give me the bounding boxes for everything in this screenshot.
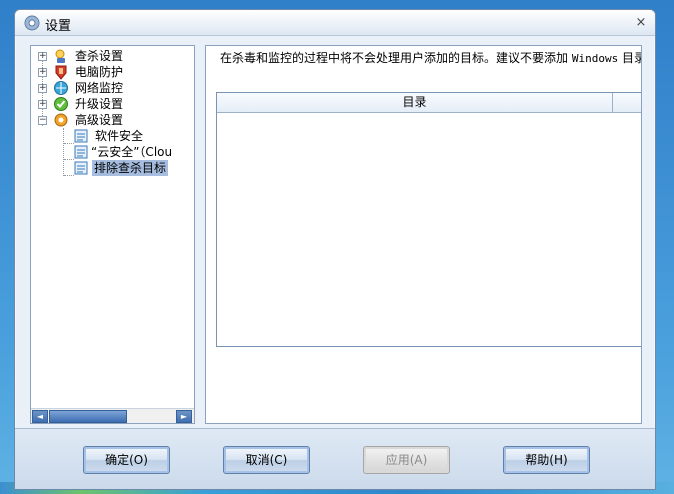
- collapse-icon[interactable]: −: [38, 116, 47, 125]
- settings-tree: + 查杀设置 + 电脑防护 + 网络监控 + 升级设置 − 高级设置 软件安全 …: [30, 45, 195, 424]
- tree-child-exclude-targets[interactable]: 排除查杀目标: [31, 160, 194, 176]
- hand-shield-icon: [53, 64, 69, 80]
- exclusion-description: 在杀毒和监控的过程中将不会处理用户添加的目标。建议不要添加 Windows 目录: [220, 49, 641, 66]
- tree-item-label: 查杀设置: [75, 49, 124, 63]
- ok-button[interactable]: 确定(O): [83, 446, 170, 474]
- description-text: 在杀毒和监控的过程中将不会处理用户添加的目标。建议不要添加: [220, 51, 572, 65]
- expand-icon[interactable]: +: [38, 68, 47, 77]
- page-icon: [73, 160, 89, 176]
- description-tail: 目录: [622, 51, 641, 65]
- help-button[interactable]: 帮助(H): [503, 446, 590, 474]
- expand-icon[interactable]: +: [38, 52, 47, 61]
- tree-item-network-monitor[interactable]: + 网络监控: [31, 80, 191, 96]
- tree-child-software-safety[interactable]: 软件安全: [31, 128, 194, 144]
- cancel-button[interactable]: 取消(C): [223, 446, 310, 474]
- tree-item-label: 升级设置: [75, 97, 124, 111]
- exclusion-list[interactable]: 目录: [216, 92, 641, 347]
- settings-window: 设置 × + 查杀设置 + 电脑防护 + 网络监控 + 升级设置 − 高级设置 …: [14, 9, 656, 490]
- settings-app-icon: [24, 15, 40, 31]
- tree-child-cloud-security[interactable]: “云安全”（Clou: [31, 144, 194, 160]
- page-icon: [73, 144, 89, 160]
- tree-item-label: 电脑防护: [75, 65, 124, 79]
- exclusion-panel: 在杀毒和监控的过程中将不会处理用户添加的目标。建议不要添加 Windows 目录…: [205, 45, 642, 424]
- tree-horizontal-scrollbar[interactable]: ◄ ►: [31, 408, 194, 423]
- column-header-directory[interactable]: 目录: [217, 93, 613, 112]
- scroll-thumb[interactable]: [49, 410, 127, 423]
- gear-icon: [53, 112, 69, 128]
- dialog-button-bar: 确定(O) 取消(C) 应用(A) 帮助(H): [15, 428, 655, 489]
- tree-item-update-settings[interactable]: + 升级设置: [31, 96, 191, 112]
- description-windows: Windows: [571, 52, 619, 65]
- tree-item-label: “云安全”（Clou: [91, 145, 173, 159]
- tree-item-pc-protection[interactable]: + 电脑防护: [31, 64, 191, 80]
- network-globe-icon: [53, 80, 69, 96]
- title-bar[interactable]: 设置 ×: [15, 10, 655, 36]
- magnifier-shield-icon: [53, 48, 69, 64]
- window-title: 设置: [45, 19, 72, 34]
- tree-item-advanced-settings[interactable]: − 高级设置: [31, 112, 191, 128]
- green-check-globe-icon: [53, 96, 69, 112]
- scroll-left-icon[interactable]: ◄: [32, 410, 48, 423]
- tree-item-label-selected: 排除查杀目标: [92, 160, 169, 176]
- tree-item-scan-settings[interactable]: + 查杀设置: [31, 48, 191, 64]
- page-icon: [73, 128, 89, 144]
- tree-item-label: 软件安全: [95, 129, 144, 143]
- tree-item-label: 网络监控: [75, 81, 124, 95]
- apply-button[interactable]: 应用(A): [363, 446, 450, 474]
- expand-icon[interactable]: +: [38, 84, 47, 93]
- scroll-right-icon[interactable]: ►: [176, 410, 192, 423]
- list-header: 目录: [217, 93, 641, 113]
- expand-icon[interactable]: +: [38, 100, 47, 109]
- tree-item-label: 高级设置: [75, 113, 124, 127]
- close-icon[interactable]: ×: [633, 15, 649, 31]
